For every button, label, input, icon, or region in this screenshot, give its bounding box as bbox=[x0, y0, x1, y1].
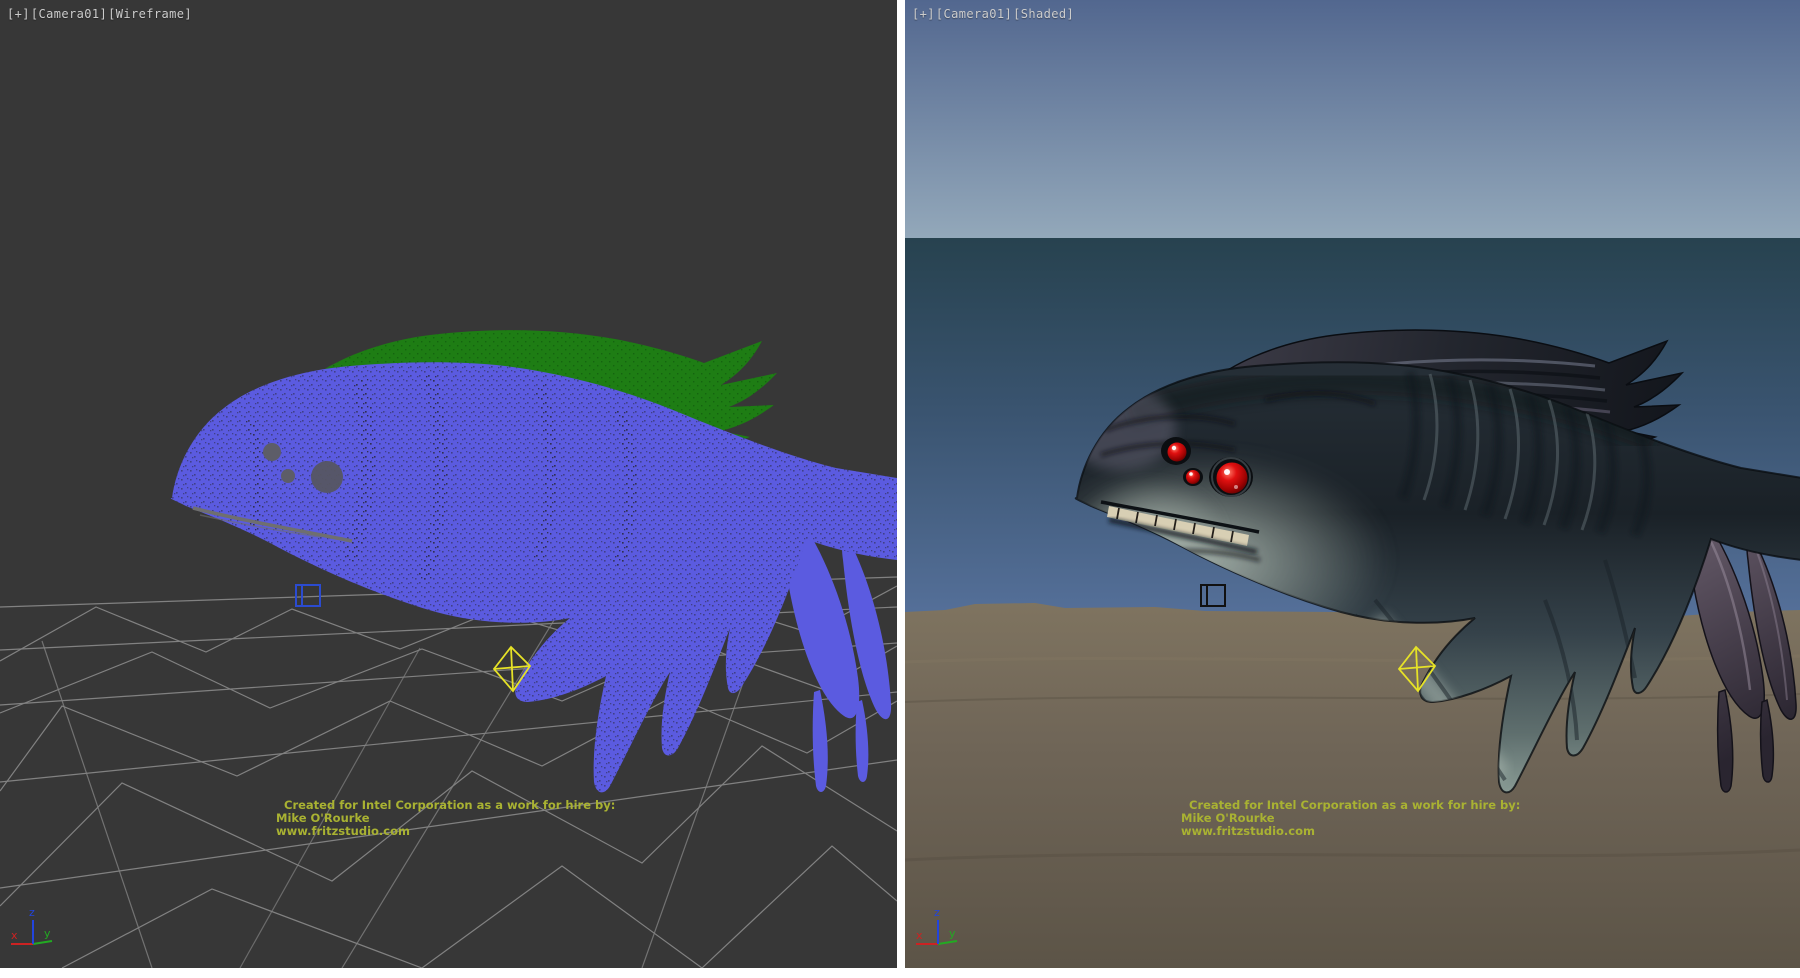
axis-y-label: y bbox=[44, 927, 51, 940]
watermark-line: www.fritzstudio.com bbox=[276, 825, 615, 838]
viewport-menu-general[interactable]: [+] bbox=[912, 7, 935, 21]
viewport-menu-pov[interactable]: [Camera01] bbox=[31, 7, 107, 21]
eye-large bbox=[1217, 463, 1248, 494]
sky bbox=[905, 0, 1800, 238]
viewport-label-shaded: [+][Camera01][Shaded] bbox=[912, 7, 1075, 21]
eye-small bbox=[1168, 443, 1187, 462]
axis-z-label: z bbox=[934, 906, 940, 919]
sand-ground bbox=[905, 603, 1800, 968]
creator-watermark: Created for Intel Corporation as a work … bbox=[1181, 799, 1520, 838]
eye-spot-large bbox=[311, 461, 343, 493]
axis-y-label: y bbox=[949, 927, 956, 940]
viewport-menu-shading[interactable]: [Wireframe] bbox=[108, 7, 192, 21]
eye-spot-tiny bbox=[281, 469, 295, 483]
viewport-menu-pov[interactable]: [Camera01] bbox=[936, 7, 1012, 21]
eye-spot-small bbox=[263, 443, 281, 461]
viewport-wireframe[interactable]: x y z [+][Camera01][Wireframe] Created f… bbox=[0, 0, 897, 968]
axis-z-label: z bbox=[29, 906, 35, 919]
axis-x-label: x bbox=[916, 929, 923, 942]
viewport-menu-shading[interactable]: [Shaded] bbox=[1013, 7, 1074, 21]
viewport-menu-general[interactable]: [+] bbox=[7, 7, 30, 21]
viewport-shaded[interactable]: x y z [+][Camera01][Shaded] Created for … bbox=[905, 0, 1800, 968]
axis-x-label: x bbox=[11, 929, 18, 942]
creator-watermark: Created for Intel Corporation as a work … bbox=[276, 799, 615, 838]
eye-tiny bbox=[1186, 470, 1200, 484]
watermark-line: www.fritzstudio.com bbox=[1181, 825, 1520, 838]
application-window: x y z [+][Camera01][Wireframe] Created f… bbox=[0, 0, 1800, 978]
viewport-label-wireframe: [+][Camera01][Wireframe] bbox=[7, 7, 193, 21]
